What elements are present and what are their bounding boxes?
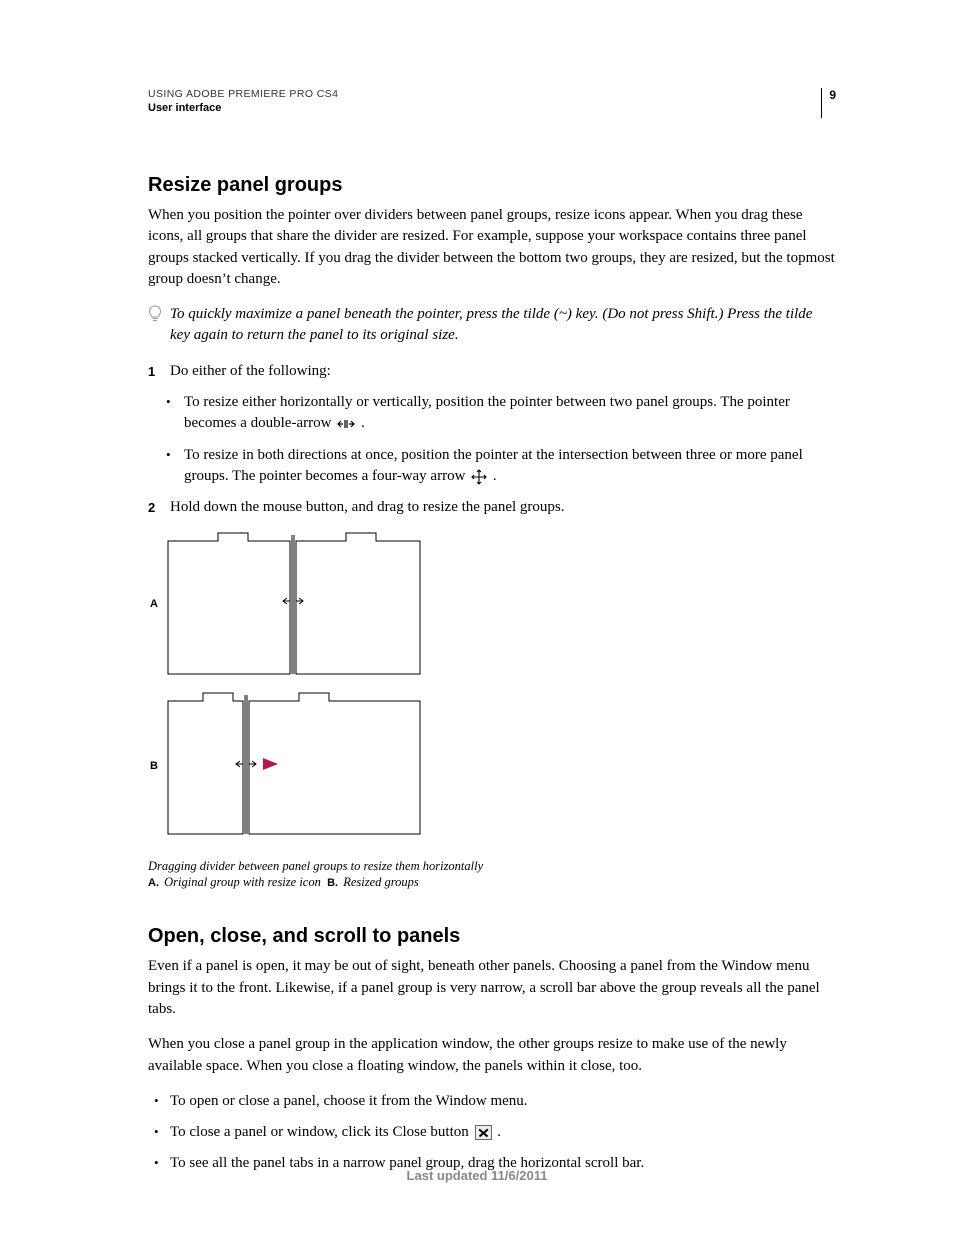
running-header-section: User interface [148, 102, 836, 114]
page-number: 9 [829, 88, 836, 102]
figure-resize-panels: A B D [148, 529, 836, 892]
step-number: 1 [148, 363, 155, 381]
running-header-title: USING ADOBE PREMIERE PRO CS4 [148, 88, 836, 100]
step-text: Do either of the following: [170, 363, 331, 379]
list-item: To resize either horizontally or vertica… [148, 392, 836, 435]
heading-open-close-scroll: Open, close, and scroll to panels [148, 925, 836, 948]
step-text: Hold down the mouse button, and drag to … [170, 499, 565, 515]
step-item: 2 Hold down the mouse button, and drag t… [148, 497, 836, 518]
paragraph: Even if a panel is open, it may be out o… [148, 956, 836, 1020]
close-icon [475, 1125, 492, 1140]
list-item: To close a panel or window, click its Cl… [148, 1122, 836, 1143]
figure-caption: Dragging divider between panel groups to… [148, 858, 836, 892]
footer-last-updated: Last updated 11/6/2011 [0, 1168, 954, 1183]
heading-resize-panel-groups: Resize panel groups [148, 174, 836, 197]
figure-label-b: B [150, 760, 158, 772]
header-divider [821, 88, 822, 118]
horizontal-resize-arrow-icon [337, 419, 355, 429]
lightbulb-icon [148, 305, 162, 325]
step-item: 1 Do either of the following: [148, 361, 836, 382]
tip-text: To quickly maximize a panel beneath the … [170, 304, 836, 347]
four-way-arrow-icon [471, 469, 487, 485]
figure-label-a: A [150, 598, 158, 610]
list-item: To open or close a panel, choose it from… [148, 1091, 836, 1112]
tip-block: To quickly maximize a panel beneath the … [148, 304, 836, 347]
step-number: 2 [148, 499, 155, 517]
paragraph: When you position the pointer over divid… [148, 205, 836, 290]
list-item: To resize in both directions at once, po… [148, 445, 836, 488]
paragraph: When you close a panel group in the appl… [148, 1034, 836, 1077]
